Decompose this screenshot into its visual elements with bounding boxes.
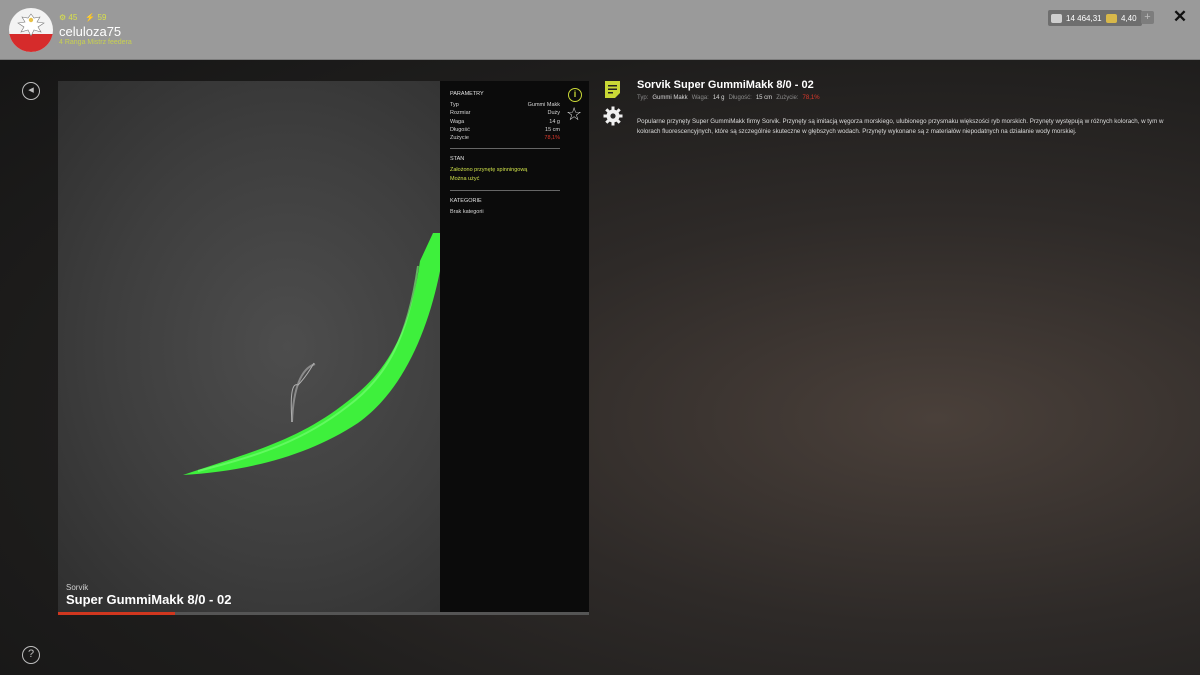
param-row: Waga 14 g	[450, 118, 560, 125]
eagle-emblem-icon	[9, 13, 53, 52]
avatar[interactable]	[9, 8, 53, 52]
param-row: Rozmiar Duży	[450, 110, 560, 117]
state-usable: Można użyć	[450, 176, 480, 183]
level-stat: ⚙ 45	[59, 13, 78, 22]
silver-coin-icon	[1051, 13, 1062, 23]
star-icon[interactable]: ☆	[566, 104, 582, 125]
param-row: Typ Gummi Makk	[450, 102, 560, 108]
rank-label: 4 Ranga Mistrz feedera	[59, 39, 132, 46]
item-title: Sorvik Super GummiMakk 8/0 - 02	[637, 79, 814, 91]
close-button[interactable]: ✕	[1172, 8, 1188, 25]
state-equipped: Założono przynętę spinningową	[450, 167, 528, 174]
lure-image	[183, 233, 440, 475]
top-bar: ⚙ 45 ⚡ 59 celuloza75 4 Ranga Mistrz feed…	[0, 0, 1200, 60]
progress-fill	[58, 612, 175, 615]
note-icon[interactable]	[604, 80, 621, 99]
state-heading: STAN	[450, 156, 465, 163]
divider	[450, 190, 560, 192]
lure-title: Super GummiMakk 8/0 - 02	[66, 592, 232, 607]
param-row: Długość 15 cm	[450, 126, 560, 133]
category-heading: KATEGORIE	[450, 198, 482, 205]
param-row: Zużycie 78,1%	[450, 135, 560, 142]
add-gold-button[interactable]: +	[1141, 11, 1154, 24]
lure-preview: Sorvik Super GummiMakk 8/0 - 02	[58, 81, 440, 612]
username: celuloza75	[59, 24, 122, 39]
gear-icon[interactable]	[603, 106, 623, 126]
info-icon[interactable]: i	[568, 88, 582, 102]
parameters-panel: PARAMETRY Typ Gummi Makk Rozmiar Duży Waga…	[440, 81, 589, 612]
divider	[450, 148, 560, 150]
lure-brand: Sorvik	[66, 583, 89, 592]
back-icon[interactable]: ◂	[22, 82, 40, 100]
energy-stat: ⚡ 59	[85, 13, 107, 22]
gold-coin-icon	[1106, 13, 1117, 23]
gold-currency: 4,40	[1103, 10, 1142, 26]
item-meta: Typ: Gummi Makk Waga: 14 g Długość: 15 cm Z…	[637, 95, 820, 101]
item-description: Popularne przynęty Super GummiMakk firmy…	[637, 118, 1164, 135]
player-stats: ⚙ 45 ⚡ 59	[59, 13, 106, 22]
silver-currency: 14 464,31	[1048, 10, 1107, 26]
category-value: Brak kategorii	[450, 209, 484, 216]
help-icon[interactable]: ?	[22, 646, 40, 664]
params-heading: PARAMETRY	[450, 91, 484, 97]
preview-progress	[58, 612, 589, 615]
